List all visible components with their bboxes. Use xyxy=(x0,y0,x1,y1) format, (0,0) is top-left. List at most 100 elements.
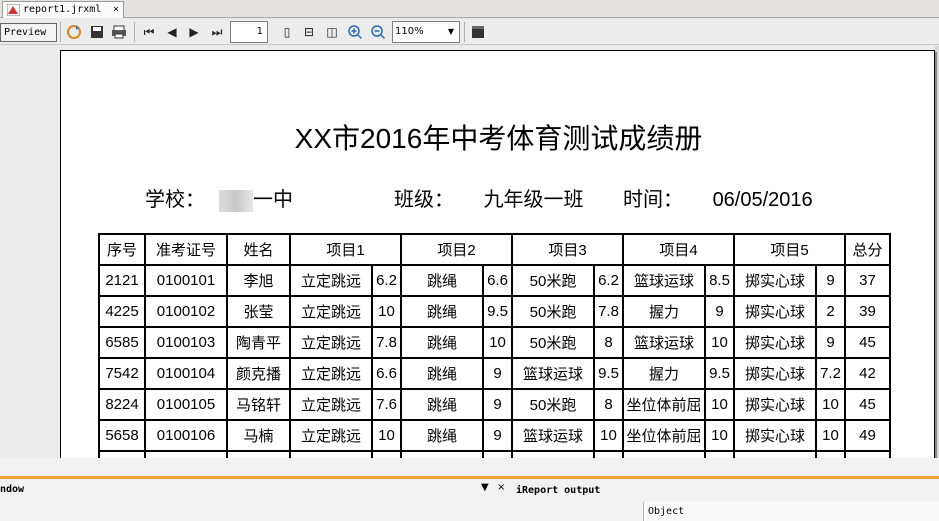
table-cell: 10 xyxy=(593,419,624,452)
table-cell: 2118 xyxy=(98,450,146,458)
report-viewer: XX市2016年中考体育测试成绩册 学校： 一中 班级： 九年级一班 时间： 06… xyxy=(0,46,939,458)
zoom-value: 110% xyxy=(395,26,424,37)
zoom-out-icon[interactable] xyxy=(369,23,387,41)
table-cell: 9 xyxy=(704,295,735,328)
table-cell: 0100106 xyxy=(144,419,228,452)
table-cell: 跳绳 xyxy=(400,419,484,452)
table-cell: 张建国 xyxy=(226,450,291,458)
class-label: 班级： xyxy=(394,189,454,211)
table-cell: 2 xyxy=(815,295,846,328)
actual-size-icon[interactable]: ▯ xyxy=(278,23,296,41)
table-cell: 8 xyxy=(704,450,735,458)
table-row: 6585 0100103 陶青平 立定跳远 7.8 跳绳 10 50米跑 8 篮球运球 10 掷实心球… xyxy=(98,326,891,359)
table-row: 4225 0100102 张莹 立定跳远 10 跳绳 9.5 50米跑 7.8 握力 9 掷实心球 2 3… xyxy=(98,295,891,328)
save-icon[interactable] xyxy=(88,23,106,41)
table-cell: 10 xyxy=(704,326,735,359)
table-cell: 7.8 xyxy=(593,295,624,328)
report-toolbar: Preview ⏮ ◀ ▶ ⏭ ▯ ⊟ ◫ xyxy=(0,19,939,45)
column-header: 姓名 xyxy=(226,233,291,266)
print-icon[interactable] xyxy=(110,23,128,41)
table-cell: 跳绳 xyxy=(400,326,484,359)
zoom-in-icon[interactable] xyxy=(346,23,364,41)
table-cell: 立定跳远 xyxy=(289,264,373,297)
zoom-select[interactable]: 110% ▼ xyxy=(392,21,460,43)
table-cell: 篮球运球 xyxy=(511,357,595,390)
table-cell: 跳绳 xyxy=(400,388,484,421)
table-cell: 9 xyxy=(482,388,513,421)
table-cell: 36 xyxy=(844,450,891,458)
table-cell: 6585 xyxy=(98,326,146,359)
table-cell: 0100107 xyxy=(144,450,228,458)
table-cell: 10 xyxy=(815,388,846,421)
editor-tab-bar: report1.jrxml × xyxy=(0,0,939,18)
preview-button[interactable]: Preview xyxy=(0,23,57,42)
table-cell: 7 xyxy=(593,450,624,458)
table-cell: 掷实心球 xyxy=(733,450,817,458)
table-cell: 45 xyxy=(844,388,891,421)
table-cell: 篮球运球 xyxy=(511,419,595,452)
table-cell: 马楠 xyxy=(226,419,291,452)
redacted-school-name xyxy=(219,189,253,212)
table-cell: 掷实心球 xyxy=(733,295,817,328)
previous-page-icon[interactable]: ◀ xyxy=(163,23,181,41)
chevron-down-icon[interactable]: ▼ xyxy=(443,22,459,42)
table-cell: 10 xyxy=(704,388,735,421)
table-cell: 10 xyxy=(704,419,735,452)
table-cell: 0100104 xyxy=(144,357,228,390)
table-cell: 7542 xyxy=(98,357,146,390)
table-cell: 7.2 xyxy=(815,357,846,390)
table-cell: 9.5 xyxy=(593,357,624,390)
table-cell: 9 xyxy=(482,419,513,452)
table-cell: 42 xyxy=(844,357,891,390)
table-cell: 立定跳远 xyxy=(289,388,373,421)
table-cell: 掷实心球 xyxy=(733,264,817,297)
table-cell: 颜克播 xyxy=(226,357,291,390)
table-cell: 坐位体前屈 xyxy=(622,419,706,452)
file-tab[interactable]: report1.jrxml × xyxy=(2,1,124,18)
table-cell: 张莹 xyxy=(226,295,291,328)
table-cell: 跳绳 xyxy=(400,357,484,390)
table-cell: 坐位体前屈 xyxy=(622,388,706,421)
table-cell: 10 xyxy=(371,419,402,452)
table-cell: 9.5 xyxy=(482,295,513,328)
table-cell: 8 xyxy=(593,388,624,421)
table-cell: 立定跳远 xyxy=(289,357,373,390)
fit-page-icon[interactable]: ⊟ xyxy=(300,23,318,41)
next-page-icon[interactable]: ▶ xyxy=(185,23,203,41)
reload-icon[interactable] xyxy=(65,23,83,41)
table-cell: 0100102 xyxy=(144,295,228,328)
column-header: 准考证号 xyxy=(144,233,228,266)
table-cell: 49 xyxy=(844,419,891,452)
table-cell: 10 xyxy=(815,419,846,452)
table-cell: 马铭轩 xyxy=(226,388,291,421)
table-cell: 50米跑 xyxy=(511,326,595,359)
close-tab-icon[interactable]: × xyxy=(113,2,119,17)
bottom-panel: ndow ▼ × iReport output Object xyxy=(0,458,939,521)
time-label: 时间： xyxy=(623,189,683,211)
time-info: 时间： 06/05/2016 xyxy=(623,183,813,212)
school-info: 学校： 一中 xyxy=(145,183,293,212)
table-cell: 9 xyxy=(482,357,513,390)
export-icon[interactable] xyxy=(469,23,487,41)
table-cell: 50米跑 xyxy=(511,388,595,421)
table-cell: 0100103 xyxy=(144,326,228,359)
toolbar-separator xyxy=(464,22,465,42)
grades-table: 序号 准考证号 姓名 项目1 项目2 项目3 项目4 项目5 总分 2121 0100101 李旭 立定… xyxy=(98,233,891,458)
class-info: 班级： 九年级一班 xyxy=(394,183,584,212)
table-cell: 跳绳 xyxy=(400,264,484,297)
minimize-panel-icon[interactable]: ▼ xyxy=(481,482,489,493)
page-number-input[interactable]: 1 xyxy=(230,21,268,43)
column-header: 项目2 xyxy=(400,233,513,266)
vertical-scrollbar[interactable] xyxy=(935,46,939,458)
first-page-icon[interactable]: ⏮ xyxy=(140,23,158,41)
fit-width-icon[interactable]: ◫ xyxy=(323,23,341,41)
table-cell: 0100101 xyxy=(144,264,228,297)
ireport-output-tab[interactable]: iReport output xyxy=(516,485,600,496)
last-page-icon[interactable]: ⏭ xyxy=(208,23,226,41)
close-panel-icon[interactable]: × xyxy=(497,482,505,493)
table-cell: 37 xyxy=(844,264,891,297)
table-cell: 5658 xyxy=(98,419,146,452)
table-cell: 篮球运球 xyxy=(622,264,706,297)
table-cell: 8.5 xyxy=(704,264,735,297)
table-cell: 39 xyxy=(844,295,891,328)
